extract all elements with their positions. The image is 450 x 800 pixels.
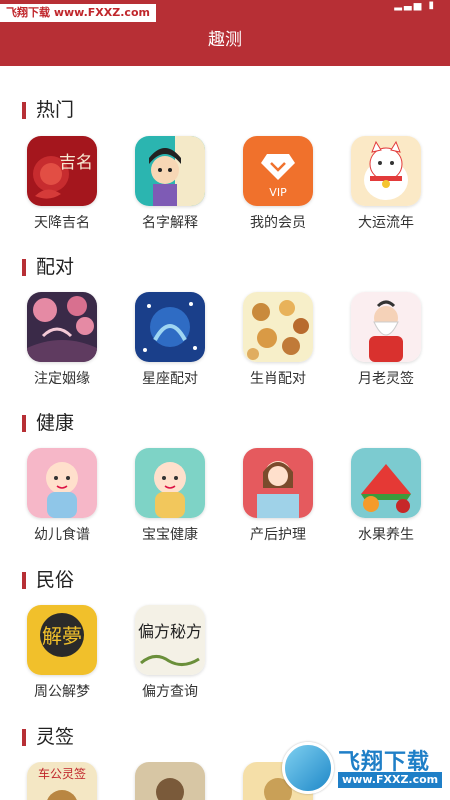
app-label: 注定姻缘 — [34, 371, 90, 387]
app-label: 月老灵签 — [358, 371, 414, 387]
zodiac-animals-icon — [243, 292, 313, 362]
vip-diamond-icon: VIP — [243, 136, 313, 206]
app-yuelao-lingqian[interactable]: 月老灵签 — [336, 292, 436, 388]
mother-care-icon — [243, 448, 313, 518]
app-tianjiang-jiming[interactable]: 吉名 天降吉名 — [12, 136, 112, 232]
app-label: 生肖配对 — [250, 371, 306, 387]
app-header: 飞翔下载 www.FXXZ.com ▂▃▅ ▮ 趣测 — [0, 0, 450, 66]
app-label: 宝宝健康 — [142, 527, 198, 543]
section-title-hot: 热门 — [22, 97, 74, 123]
baby-pink-icon — [27, 448, 97, 518]
app-shuiguo-yangsheng[interactable]: 水果养生 — [336, 448, 436, 544]
app-xingzuo-peidui[interactable]: 星座配对 — [120, 292, 220, 388]
app-chegong-lingqian[interactable]: 车公灵签 — [12, 762, 112, 800]
red-papercut-icon: 吉名 — [27, 136, 97, 206]
fruit-watermelon-icon — [351, 448, 421, 518]
app-label: 偏方查询 — [142, 684, 198, 700]
section-title-folk: 民俗 — [22, 567, 74, 593]
page-title: 趣测 — [208, 30, 242, 50]
app-zhuding-yinyuan[interactable]: 注定姻缘 — [12, 292, 112, 388]
old-sage-icon — [351, 292, 421, 362]
app-youer-shipu[interactable]: 幼儿食谱 — [12, 448, 112, 544]
sage-painting-icon — [135, 762, 205, 800]
svg-text:车公灵签: 车公灵签 — [38, 766, 86, 781]
baby-teal-icon — [135, 448, 205, 518]
section-title-health: 健康 — [22, 410, 74, 436]
folk-remedy-icon: 偏方秘方 — [135, 605, 205, 675]
lucky-cat-icon — [351, 136, 421, 206]
zodiac-stars-icon — [135, 292, 205, 362]
app-label: 幼儿食谱 — [34, 527, 90, 543]
app-label: 天降吉名 — [34, 215, 90, 231]
section-title-lingqian: 灵签 — [22, 724, 74, 750]
svg-text:VIP: VIP — [269, 186, 287, 199]
dream-interpretation-icon: 解夢 — [27, 605, 97, 675]
app-label: 名字解释 — [142, 215, 198, 231]
app-label: 大运流年 — [358, 215, 414, 231]
blossom-scene-icon — [27, 292, 97, 362]
watermark-logo-icon — [282, 742, 334, 794]
svg-text:偏方秘方: 偏方秘方 — [138, 622, 202, 641]
app-wode-huiyuan[interactable]: VIP 我的会员 — [228, 136, 328, 232]
app-label: 我的会员 — [250, 215, 306, 231]
status-bar-icons: ▂▃▅ ▮ — [394, 0, 436, 11]
svg-text:吉名: 吉名 — [59, 153, 93, 173]
app-mingzi-jieshi[interactable]: 名字解释 — [120, 136, 220, 232]
girl-illustration-icon — [135, 136, 205, 206]
app-label: 周公解梦 — [34, 684, 90, 700]
site-watermark-logo: 飞翔下载 www.FXXZ.com — [282, 742, 444, 794]
site-watermark: 飞翔下载 www.FXXZ.com — [0, 4, 156, 22]
svg-text:解夢: 解夢 — [42, 624, 82, 648]
app-pianfang-chaxun[interactable]: 偏方秘方 偏方查询 — [120, 605, 220, 701]
app-zhougong-jiemeng[interactable]: 解夢 周公解梦 — [12, 605, 112, 701]
app-chanhou-huli[interactable]: 产后护理 — [228, 448, 328, 544]
app-baobao-jiankang[interactable]: 宝宝健康 — [120, 448, 220, 544]
watermark-url: www.FXXZ.com — [338, 772, 443, 788]
app-label: 水果养生 — [358, 527, 414, 543]
app-label: 产后护理 — [250, 527, 306, 543]
app-lingqian-2[interactable] — [120, 762, 220, 800]
app-shengxiao-peidui[interactable]: 生肖配对 — [228, 292, 328, 388]
app-dayun-liunian[interactable]: 大运流年 — [336, 136, 436, 232]
app-label: 星座配对 — [142, 371, 198, 387]
section-title-pairing: 配对 — [22, 254, 74, 280]
chegong-temple-icon: 车公灵签 — [27, 762, 97, 800]
